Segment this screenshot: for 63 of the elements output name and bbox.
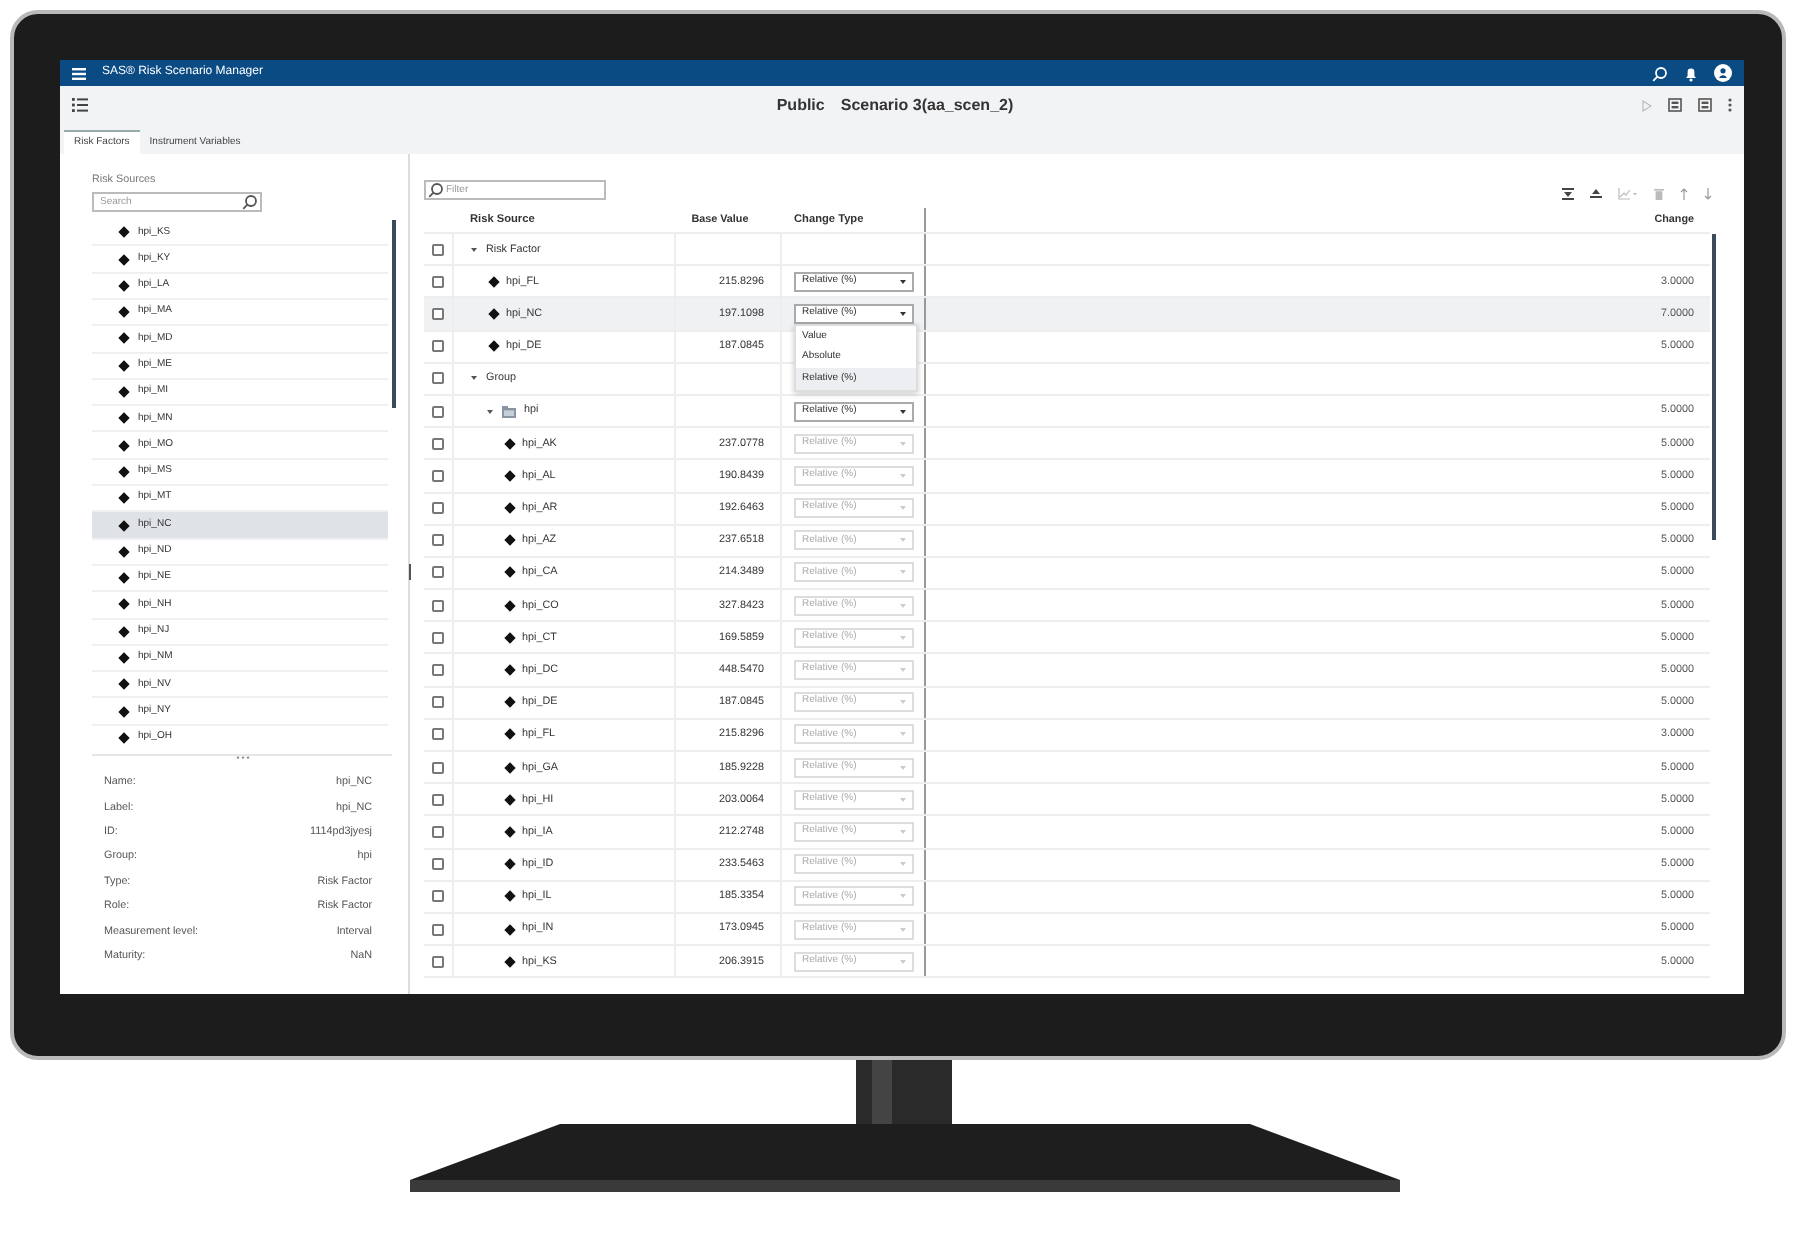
checkbox[interactable] — [432, 534, 444, 547]
caret-icon — [900, 311, 906, 316]
caret-icon — [900, 538, 906, 543]
search-icon — [242, 194, 258, 211]
scrollbar-thumb[interactable] — [392, 220, 396, 409]
caret-icon — [900, 927, 906, 932]
checkbox[interactable] — [432, 599, 444, 612]
checkbox[interactable] — [432, 696, 444, 709]
checkbox[interactable] — [432, 243, 444, 256]
checkbox[interactable] — [432, 340, 444, 353]
splitter-handle-icon[interactable] — [408, 564, 412, 580]
menu-icon[interactable] — [72, 67, 86, 79]
drag-handle-icon[interactable] — [235, 756, 249, 761]
caret-icon — [900, 473, 906, 478]
checkbox[interactable] — [432, 890, 444, 903]
scenario-title: Scenario 3(aa_scen_2) — [840, 93, 1014, 117]
checkbox[interactable] — [432, 793, 444, 806]
bell-icon[interactable] — [1684, 65, 1698, 81]
caret-icon — [900, 635, 906, 640]
checkbox[interactable] — [432, 502, 444, 515]
checkbox[interactable] — [432, 631, 444, 644]
checkbox[interactable] — [432, 664, 444, 677]
search-icon[interactable] — [1652, 65, 1668, 81]
checkbox[interactable] — [432, 761, 444, 774]
caret-icon — [900, 506, 906, 511]
caret-icon — [900, 765, 906, 770]
caret-icon — [900, 570, 906, 575]
arrow-down-icon[interactable] — [1704, 188, 1712, 200]
caret-icon — [900, 668, 906, 673]
expand-all-icon[interactable] — [1562, 188, 1574, 200]
caret-icon — [900, 797, 906, 802]
checkbox[interactable] — [432, 405, 444, 418]
collapse-all-icon[interactable] — [1590, 188, 1602, 200]
search-icon — [428, 182, 444, 198]
scrollbar-thumb[interactable] — [1712, 234, 1716, 540]
user-avatar-icon[interactable] — [1714, 64, 1732, 82]
caret-icon — [900, 409, 906, 414]
caret-icon — [900, 959, 906, 964]
folder-icon — [502, 405, 516, 418]
caret-icon — [900, 279, 906, 284]
caret-icon — [900, 862, 906, 867]
checkbox[interactable] — [432, 275, 444, 288]
caret-icon — [900, 603, 906, 608]
checkbox[interactable] — [432, 825, 444, 838]
checkbox[interactable] — [432, 469, 444, 482]
caret-icon — [900, 700, 906, 705]
checkbox[interactable] — [432, 437, 444, 450]
document-icon[interactable] — [1668, 98, 1682, 112]
visibility-label: Public — [776, 93, 825, 117]
document-icon[interactable] — [1698, 98, 1712, 112]
checkbox[interactable] — [432, 372, 444, 385]
caret-icon — [900, 441, 906, 446]
checkbox[interactable] — [432, 307, 444, 320]
checkbox[interactable] — [432, 566, 444, 579]
checkbox[interactable] — [432, 728, 444, 741]
checkbox[interactable] — [432, 923, 444, 936]
caret-icon — [900, 829, 906, 834]
list-icon[interactable] — [72, 98, 88, 112]
arrow-up-icon[interactable] — [1680, 188, 1688, 200]
caret-icon — [900, 732, 906, 737]
checkbox[interactable] — [432, 858, 444, 871]
checkbox[interactable] — [432, 955, 444, 968]
caret-icon — [900, 894, 906, 899]
